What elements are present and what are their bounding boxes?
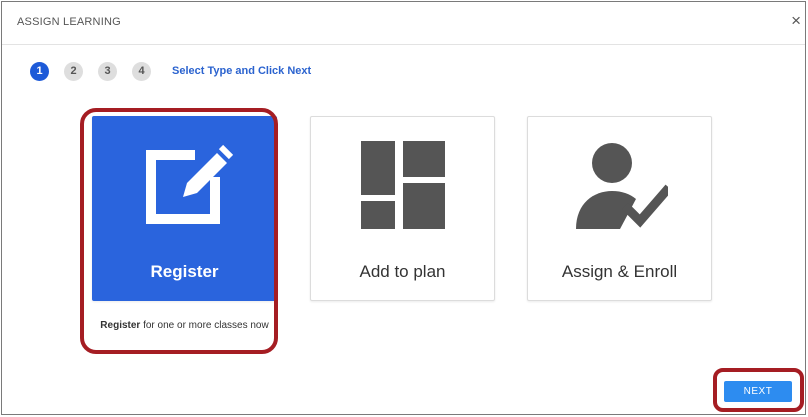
option-card-assign-enroll[interactable]: Assign & Enroll [527,116,712,301]
dialog-title: ASSIGN LEARNING [17,16,121,28]
dialog-header: ASSIGN LEARNING × [2,2,805,45]
step-2[interactable]: 2 [64,62,83,81]
close-icon[interactable]: × [791,12,801,29]
step-instruction: Select Type and Click Next [172,65,312,77]
step-4[interactable]: 4 [132,62,151,81]
description-rest: for one or more classes now [140,320,269,331]
next-button[interactable]: NEXT [724,381,792,402]
edit-icon [137,137,233,238]
option-label-assign-enroll: Assign & Enroll [561,262,678,281]
selected-option-description: Register for one or more classes now [92,320,277,332]
option-label-add-to-plan: Add to plan [359,262,446,281]
user-check-icon [572,137,672,238]
grid-layout-icon [355,137,451,238]
description-bold: Register [100,320,141,331]
step-1[interactable]: 1 [30,62,49,81]
option-card-register[interactable]: Register [92,116,277,301]
option-label-register: Register [150,262,219,281]
step-3[interactable]: 3 [98,62,117,81]
option-card-add-to-plan[interactable]: Add to plan [310,116,495,301]
